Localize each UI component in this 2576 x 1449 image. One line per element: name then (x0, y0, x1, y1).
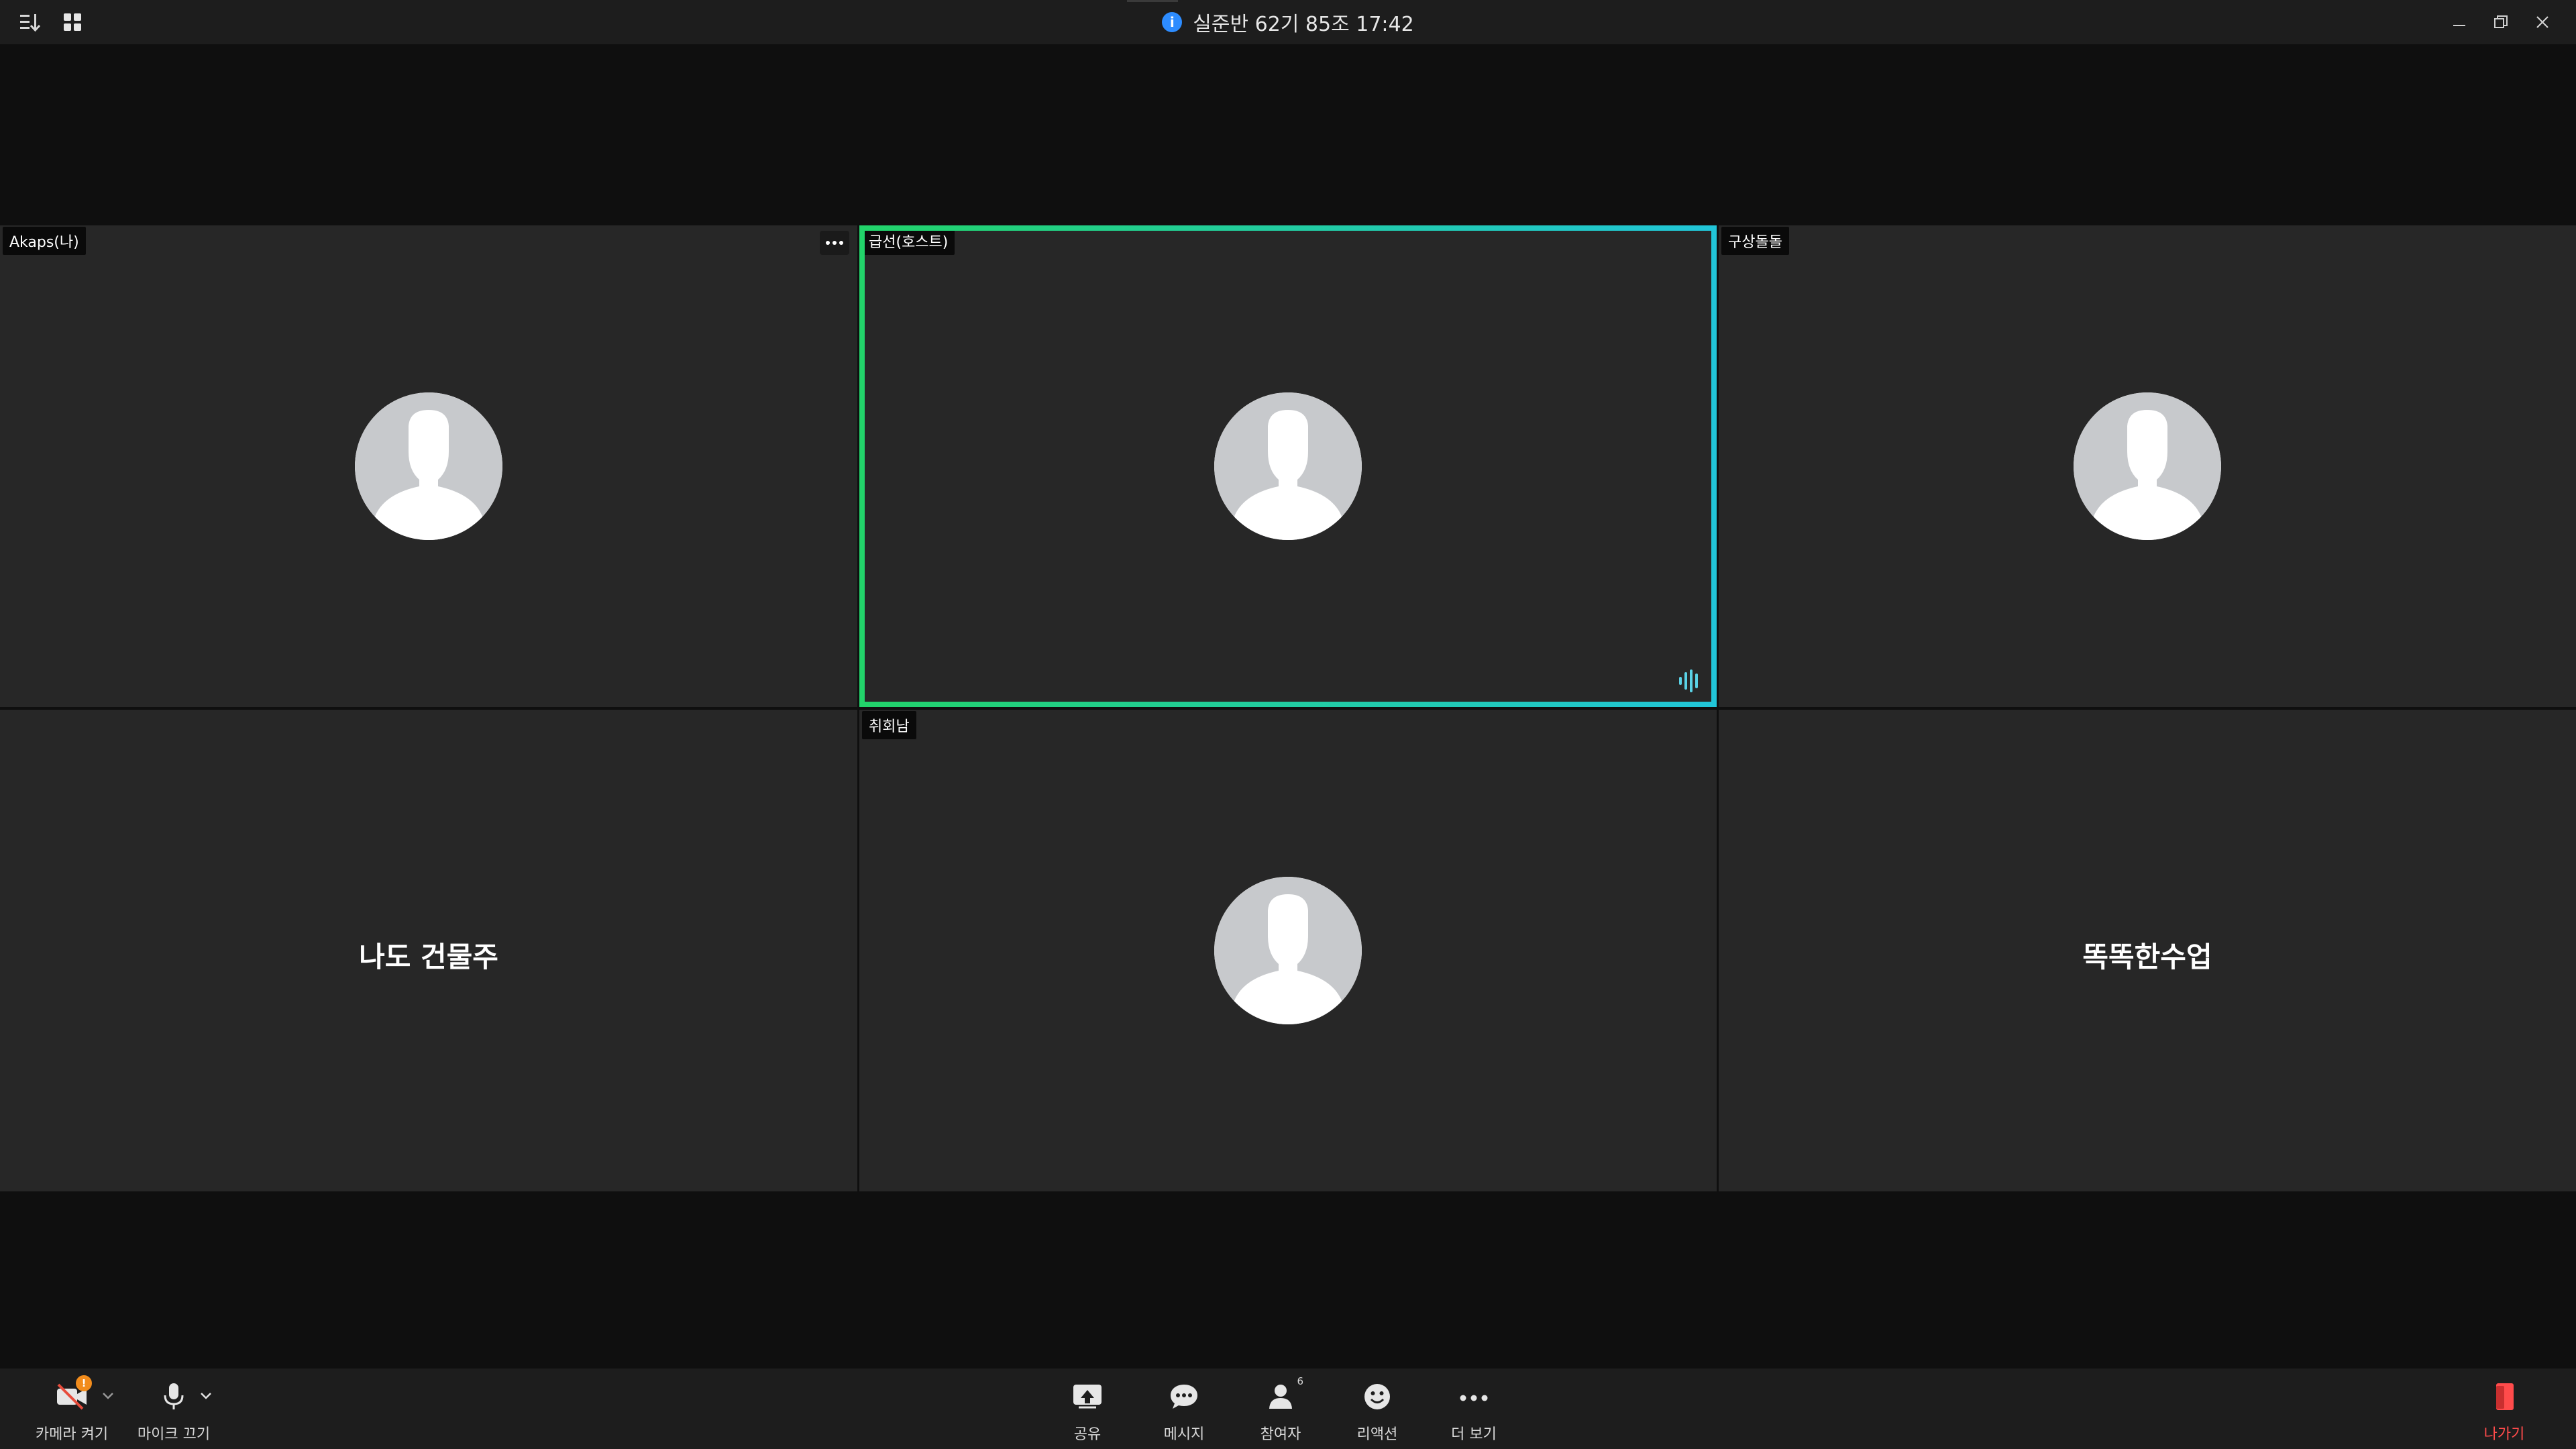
share-label: 공유 (1073, 1426, 1102, 1443)
meeting-title: 실준반 62기 85조 17:42 (1193, 13, 1414, 36)
title-bar: i 실준반 62기 85조 17:42 (0, 0, 2576, 44)
more-button[interactable]: 더 보기 (1424, 1368, 1524, 1449)
camera-toggle-label: 카메라 켜기 (35, 1426, 109, 1443)
video-grid: Akaps(나) 급선(호스트) 구상돌돌 나도 건물주 취회남 똑똑한수업 (0, 225, 2576, 1191)
meeting-info-icon[interactable]: i (1162, 12, 1183, 32)
reactions-button[interactable]: 리액션 (1327, 1368, 1428, 1449)
chat-button[interactable]: 메시지 (1134, 1368, 1234, 1449)
microphone-icon (162, 1382, 186, 1414)
close-icon[interactable] (2529, 9, 2556, 36)
more-dots-icon (1459, 1392, 1489, 1405)
reactions-label: 리액션 (1356, 1426, 1398, 1443)
share-screen-icon (1072, 1383, 1103, 1413)
participant-name-tag: 급선(호스트) (862, 227, 955, 255)
camera-warning-badge: ! (76, 1375, 92, 1391)
minimize-icon[interactable] (2446, 9, 2473, 36)
default-avatar-icon (1214, 877, 1362, 1024)
chevron-up-icon[interactable] (199, 1390, 213, 1403)
smiley-face-icon (1363, 1383, 1391, 1413)
participant-name-tag: Akaps(나) (3, 227, 86, 255)
default-avatar-icon (1214, 392, 1362, 540)
participant-tile-active-speaker[interactable]: 급선(호스트) (859, 225, 1717, 707)
meeting-toolbar: ! 카메라 켜기 마이크 끄기 공유 메시지 6 참여자 리액션 더 보기 나가… (0, 1368, 2576, 1449)
share-button[interactable]: 공유 (1037, 1368, 1138, 1449)
leave-button[interactable]: 나가기 (2454, 1368, 2555, 1449)
participant-tile[interactable]: 구상돌돌 (1719, 225, 2576, 707)
more-label: 더 보기 (1451, 1426, 1497, 1443)
participant-display-name: 나도 건물주 (359, 941, 498, 973)
leave-label: 나가기 (2483, 1426, 2525, 1443)
restore-icon[interactable] (2487, 9, 2514, 36)
participant-name-tag: 취회남 (862, 711, 916, 739)
default-avatar-icon (355, 392, 502, 540)
participant-display-name: 똑똑한수업 (2082, 941, 2212, 973)
chat-bubble-icon (1169, 1383, 1199, 1413)
participants-count: 6 (1297, 1375, 1303, 1387)
participant-tile[interactable]: Akaps(나) (0, 225, 857, 707)
person-icon (1267, 1383, 1294, 1413)
chat-label: 메시지 (1163, 1426, 1205, 1443)
mic-toggle-button[interactable]: 마이크 끄기 (123, 1368, 224, 1449)
participant-name-tag: 구상돌돌 (1721, 227, 1789, 255)
participants-label: 참여자 (1260, 1426, 1301, 1443)
audio-level-icon (1678, 669, 1702, 695)
chevron-up-icon[interactable] (101, 1390, 115, 1403)
participant-tile[interactable]: 나도 건물주 (0, 710, 857, 1191)
participants-button[interactable]: 6 참여자 (1230, 1368, 1331, 1449)
meeting-window: i 실준반 62기 85조 17:42 Akaps(나) 급선(호스트) 구상돌… (0, 0, 2576, 1449)
more-options-icon[interactable] (820, 231, 849, 255)
participant-tile[interactable]: 취회남 (859, 710, 1717, 1191)
default-avatar-icon (2074, 392, 2221, 540)
participant-tile[interactable]: 똑똑한수업 (1719, 710, 2576, 1191)
leave-door-icon (2492, 1382, 2516, 1414)
camera-toggle-button[interactable]: ! 카메라 켜기 (21, 1368, 122, 1449)
mic-toggle-label: 마이크 끄기 (137, 1426, 211, 1443)
